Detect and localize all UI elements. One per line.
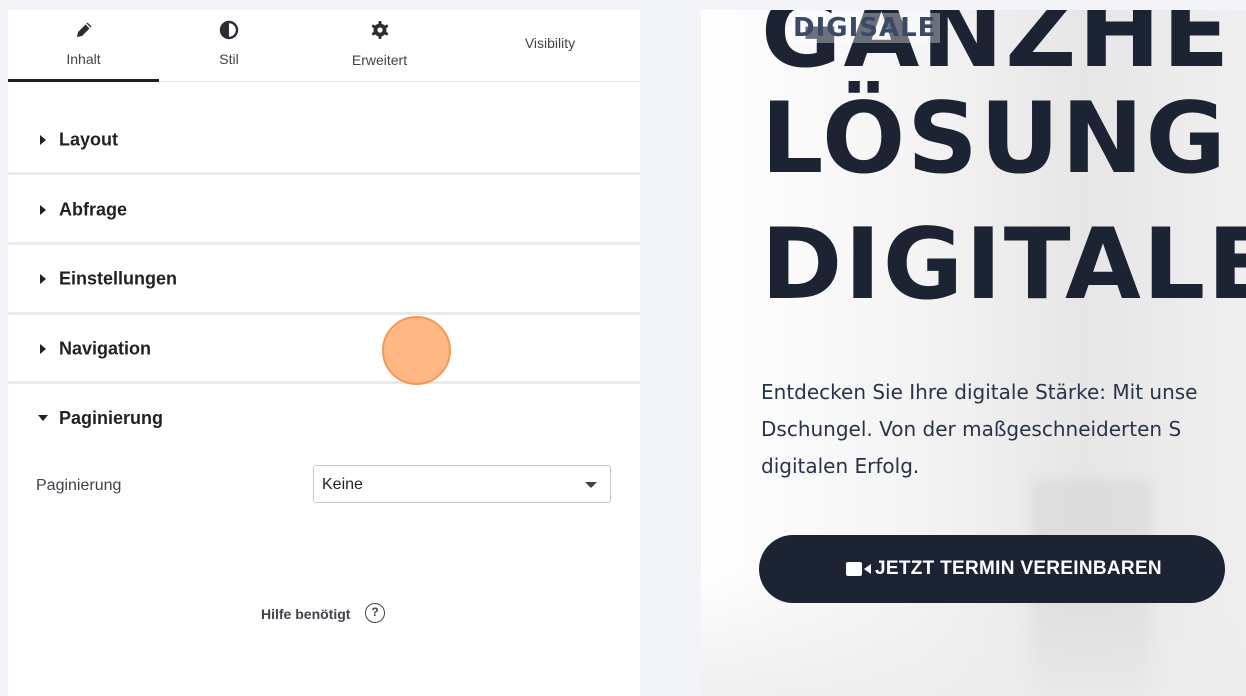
section-paginierung[interactable]: Paginierung — [8, 384, 640, 454]
caret-down-icon — [38, 415, 48, 421]
hero-heading-line: DIGITALE — [761, 208, 1246, 322]
question-circle-icon: ? — [365, 603, 385, 623]
active-tab-indicator — [8, 79, 159, 82]
gear-icon — [371, 21, 388, 39]
paragraph-line: digitalen Erfolg. — [761, 454, 920, 478]
chevron-down-icon — [585, 482, 597, 488]
tab-erweitert-label: Erweitert — [351, 52, 408, 68]
section-abfrage-title: Abfrage — [59, 199, 128, 219]
section-navigation[interactable]: Navigation — [8, 316, 640, 384]
hero-paragraph: Entdecken Sie Ihre digitale Stärke: Mit … — [761, 374, 1246, 485]
section-paginierung-title: Paginierung — [59, 408, 164, 428]
paginierung-field-label: Paginierung — [36, 477, 122, 494]
caret-right-icon — [40, 274, 46, 284]
tab-inhalt-label: Inhalt — [66, 51, 101, 67]
cta-button[interactable]: JETZT TERMIN VEREINBAREN — [759, 535, 1225, 603]
section-einstellungen[interactable]: Einstellungen — [8, 246, 640, 315]
tab-stil-label: Stil — [219, 51, 239, 67]
paragraph-line: Dschungel. Von der maßgeschneiderten S — [761, 417, 1182, 441]
hero-heading-line: LÖSUNG — [761, 82, 1228, 196]
caret-right-icon — [40, 343, 46, 354]
paragraph-line: Entdecken Sie Ihre digitale Stärke: Mit … — [761, 380, 1198, 404]
section-einstellungen-title: Einstellungen — [59, 268, 178, 289]
pencil-icon — [76, 22, 91, 37]
cta-button-label: JETZT TERMIN VEREINBAREN — [875, 558, 1162, 579]
panel-tabs: Inhalt Stil Erweitert Visibility — [8, 10, 640, 82]
site-logo[interactable]: DIGISALE — [789, 13, 941, 43]
contrast-icon — [219, 20, 239, 40]
paginierung-select[interactable]: Keine — [313, 465, 611, 503]
caret-right-icon — [40, 204, 46, 215]
video-camera-icon — [846, 562, 871, 576]
click-indicator — [382, 316, 451, 385]
section-layout[interactable]: Layout — [8, 107, 640, 175]
tab-visibility-label: Visibility — [524, 35, 576, 51]
caret-right-icon — [40, 134, 46, 145]
tab-visibility[interactable]: Visibility — [460, 10, 640, 82]
tab-stil[interactable]: Stil — [159, 10, 299, 82]
paginierung-select-value: Keine — [322, 476, 363, 493]
section-navigation-title: Navigation — [59, 338, 152, 358]
tab-erweitert[interactable]: Erweitert — [299, 10, 460, 82]
section-layout-title: Layout — [59, 129, 119, 149]
section-abfrage[interactable]: Abfrage — [8, 177, 640, 245]
editor-panel: Inhalt Stil Erweitert Visibility Layout … — [8, 10, 640, 696]
website-preview: GANZHE DIGISALE LÖSUNG DIGITALE Entdecke… — [701, 10, 1246, 696]
tab-inhalt[interactable]: Inhalt — [8, 10, 159, 82]
help-label: Hilfe benötigt — [261, 606, 351, 622]
